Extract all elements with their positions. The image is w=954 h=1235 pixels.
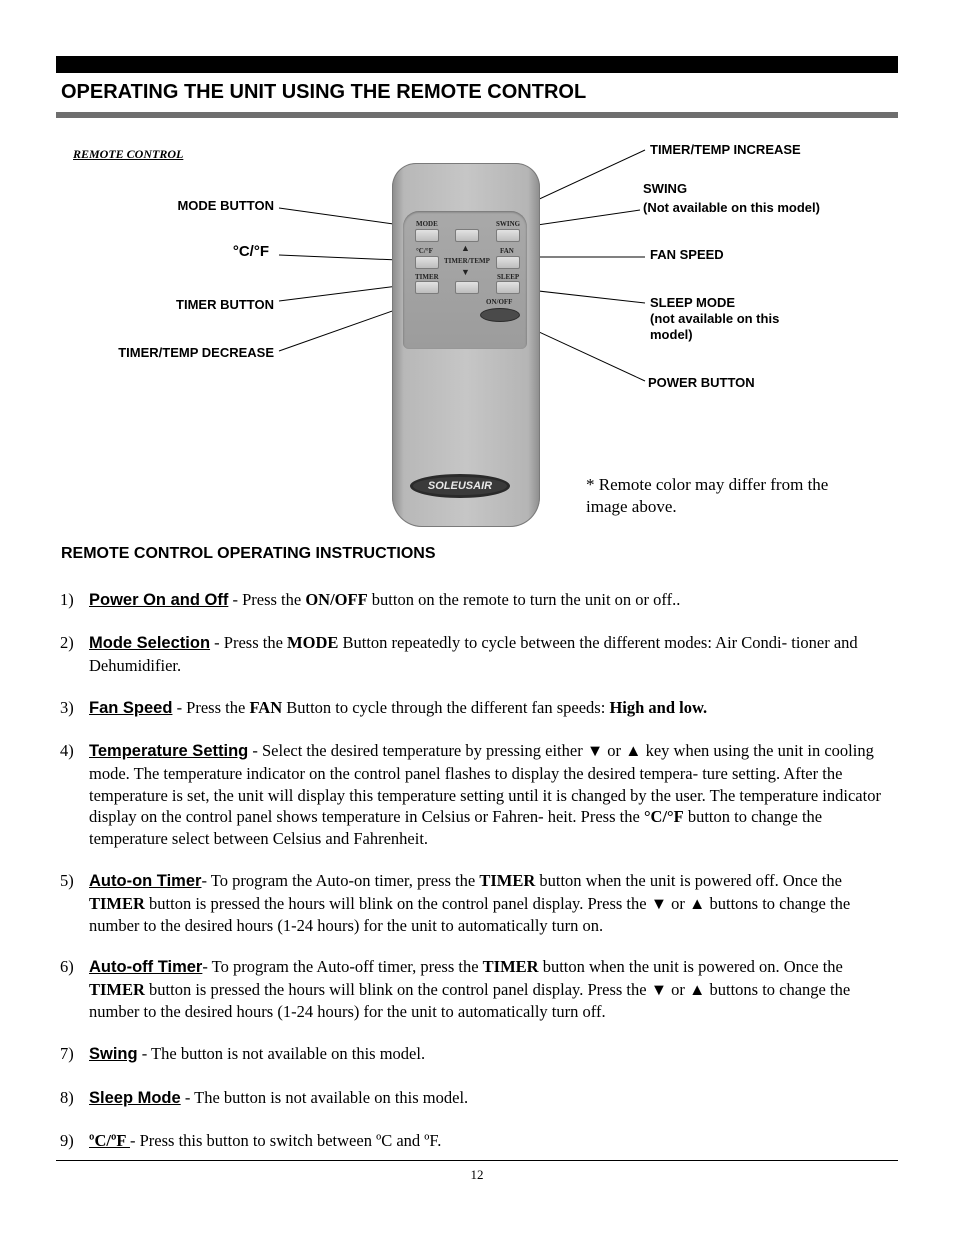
callout-sleep-title: SLEEP MODE [650, 295, 736, 310]
item-text: - Press the [172, 698, 250, 717]
remote-cf-button [415, 256, 439, 269]
callout-mode-button: MODE BUTTON [177, 198, 274, 213]
item-number: 5) [60, 871, 74, 890]
item-number: 6) [60, 957, 74, 976]
page-number: 12 [470, 1167, 484, 1182]
remote-mode-button [415, 229, 439, 242]
item-keyword: TIMER [89, 979, 145, 999]
remote-swing-button [496, 229, 520, 242]
item-text: - The button is not available on this mo… [137, 1044, 426, 1063]
down-arrow-icon: ▼ [461, 267, 470, 277]
item-heading: Fan Speed [89, 699, 173, 717]
remote-label-timer: TIMER [415, 273, 439, 281]
callout-timer-button: TIMER BUTTON [176, 297, 274, 312]
item-number: 4) [60, 741, 74, 760]
item-text: - Press this button to switch between ºC… [129, 1131, 442, 1150]
section-title: REMOTE CONTROL OPERATING INSTRUCTIONS [61, 545, 436, 562]
footer-rule [56, 1160, 898, 1161]
item-heading: Mode Selection [89, 634, 211, 652]
item-heading: Auto-off Timer [89, 958, 203, 976]
instruction-item: 2) Mode Selection - Press the MODE Butto… [60, 632, 890, 677]
note-line-1: * Remote color may differ from the [586, 475, 829, 494]
item-heading: Sleep Mode [89, 1089, 181, 1107]
remote-fan-button [496, 256, 520, 269]
item-heading: Power On and Off [89, 591, 229, 609]
instruction-item: 8) Sleep Mode - The button is not availa… [60, 1087, 890, 1110]
note-line-2: image above. [586, 497, 677, 516]
item-text: - Press the [210, 633, 288, 652]
item-text: - To program the Auto-off timer, press t… [202, 957, 483, 976]
item-heading: Swing [89, 1045, 138, 1063]
callout-timer-temp-decrease: TIMER/TEMP DECREASE [118, 345, 274, 360]
remote-label-fan: FAN [500, 247, 514, 255]
item-text: button on the remote to turn the unit on… [367, 590, 681, 609]
up-arrow-icon: ▲ [461, 243, 470, 253]
page-title: OPERATING THE UNIT USING THE REMOTE CONT… [61, 81, 587, 103]
remote-label-onoff: ON/OFF [486, 298, 513, 306]
remote-onoff-button [480, 308, 520, 322]
top-black-bar [56, 56, 898, 73]
callout-sleep-note-2: model) [650, 327, 693, 342]
remote-timer-button [415, 281, 439, 294]
callout-swing: SWING (Not available on this model) [643, 181, 820, 216]
callout-swing-title: SWING [643, 181, 688, 196]
item-text: - The button is not available on this mo… [180, 1088, 469, 1107]
remote-control-image: MODE SWING °C/°F ▲ TIMER/TEMP ▼ FAN TIME… [392, 163, 540, 527]
item-keyword: ON/OFF [305, 590, 368, 609]
item-text: - To program the Auto-on timer, press th… [201, 871, 480, 890]
remote-sleep-button [496, 281, 520, 294]
item-keyword: FAN [249, 698, 283, 717]
item-keyword: °C/°F [643, 807, 684, 827]
callout-sleep-note-1: (not available on this [650, 311, 780, 326]
callout-power-button: POWER BUTTON [648, 375, 755, 390]
callout-sleep-mode: SLEEP MODE (not available on this model) [650, 295, 779, 343]
instruction-item: 4) Temperature Setting - Select the desi… [60, 740, 890, 850]
item-text: button when the unit is powered on. Once… [538, 957, 843, 976]
item-heading: Temperature Setting [89, 742, 249, 760]
remote-decrease-button [455, 281, 479, 294]
callout-timer-temp-increase: TIMER/TEMP INCREASE [650, 142, 801, 157]
item-keyword: TIMER [482, 957, 539, 976]
instruction-item: 6) Auto-off Timer- To program the Auto-o… [60, 956, 890, 1022]
remote-color-note: * Remote color may differ from the image… [586, 474, 876, 518]
item-number: 8) [60, 1088, 74, 1107]
item-keyword: High and low. [609, 698, 708, 717]
item-text: Button to cycle through the different fa… [282, 698, 610, 717]
callout-swing-note: (Not available on this model) [643, 200, 820, 215]
item-number: 1) [60, 590, 74, 609]
item-number: 9) [60, 1131, 74, 1150]
item-heading: ºC/ºF [89, 1131, 130, 1150]
item-number: 3) [60, 698, 74, 717]
instruction-item: 9) ºC/ºF - Press this button to switch b… [60, 1130, 890, 1152]
instruction-item: 3) Fan Speed - Press the FAN Button to c… [60, 697, 890, 720]
figure-caption: REMOTE CONTROL [73, 147, 184, 161]
instruction-item: 7) Swing - The button is not available o… [60, 1043, 890, 1066]
instruction-item: 1) Power On and Off - Press the ON/OFF b… [60, 589, 890, 612]
remote-increase-button [455, 229, 479, 242]
remote-label-sleep: SLEEP [497, 273, 520, 281]
item-text: button is pressed the hours will blink o… [89, 893, 851, 935]
remote-label-swing: SWING [496, 220, 521, 228]
item-keyword: MODE [287, 633, 339, 652]
item-number: 2) [60, 633, 74, 652]
remote-label-timer-temp: TIMER/TEMP [444, 257, 490, 265]
item-keyword: TIMER [89, 893, 145, 913]
item-keyword: TIMER [479, 871, 536, 890]
remote-label-cf: °C/°F [416, 247, 433, 255]
item-heading: Auto-on Timer [89, 872, 202, 890]
item-text: button is pressed the hours will blink o… [89, 979, 851, 1021]
callout-cf: °C/°F [232, 243, 269, 260]
soleusair-logo: SOLEUSAIR [410, 474, 510, 498]
item-number: 7) [60, 1044, 74, 1063]
instruction-item: 5) Auto-on Timer- To program the Auto-on… [60, 870, 890, 936]
title-underline-bar [56, 112, 898, 118]
callout-fan-speed: FAN SPEED [650, 247, 724, 262]
item-text: - Press the [228, 590, 306, 609]
item-text: button when the unit is powered off. Onc… [535, 871, 842, 890]
remote-label-mode: MODE [416, 220, 438, 228]
